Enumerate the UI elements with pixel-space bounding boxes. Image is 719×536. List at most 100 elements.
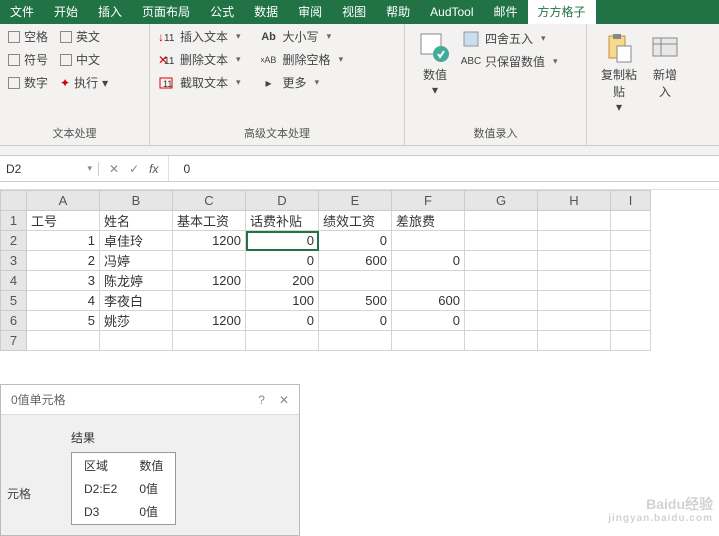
spreadsheet-grid[interactable]: ABCDEFGHI1工号姓名基本工资话费补贴绩效工资差旅费21卓佳玲120000… bbox=[0, 190, 719, 351]
btn-copy-paste[interactable]: 复制粘 贴▾ bbox=[595, 28, 643, 114]
menu-tab-9[interactable]: AudTool bbox=[420, 0, 483, 24]
row-header-5[interactable]: 5 bbox=[1, 291, 27, 311]
btn-cut-text[interactable]: 11截取文本▾ bbox=[158, 74, 241, 91]
close-icon[interactable]: ✕ bbox=[279, 393, 289, 407]
col-header-C[interactable]: C bbox=[173, 191, 246, 211]
header-cell[interactable]: 基本工资 bbox=[173, 211, 246, 231]
chk-symbol[interactable]: 符号 bbox=[8, 51, 48, 68]
menu-tab-10[interactable]: 邮件 bbox=[484, 0, 528, 24]
menu-tab-1[interactable]: 开始 bbox=[44, 0, 88, 24]
cell[interactable]: 500 bbox=[319, 291, 392, 311]
cell[interactable] bbox=[173, 291, 246, 311]
menu-tab-4[interactable]: 公式 bbox=[200, 0, 244, 24]
col-header-H[interactable]: H bbox=[538, 191, 611, 211]
btn-case[interactable]: Ab大小写▾ bbox=[261, 28, 344, 45]
cell[interactable]: 卓佳玲 bbox=[100, 231, 173, 251]
cell[interactable]: 冯婷 bbox=[100, 251, 173, 271]
cell[interactable]: 200 bbox=[246, 271, 319, 291]
help-icon[interactable]: ? bbox=[258, 393, 265, 407]
cancel-icon[interactable]: ✕ bbox=[109, 162, 119, 176]
cell[interactable]: 1200 bbox=[173, 271, 246, 291]
menu-tab-5[interactable]: 数据 bbox=[244, 0, 288, 24]
cell[interactable]: 0 bbox=[246, 311, 319, 331]
btn-numeric[interactable]: 数值▾ bbox=[413, 28, 457, 97]
btn-keep-value[interactable]: ABC只保留数值▾ bbox=[463, 53, 558, 70]
cell[interactable]: 0 bbox=[392, 311, 465, 331]
dialog-titlebar[interactable]: 0值单元格 ?✕ bbox=[1, 385, 299, 415]
col-header-I[interactable]: I bbox=[611, 191, 651, 211]
btn-round[interactable]: 四舍五入▾ bbox=[463, 30, 558, 47]
menu-tab-0[interactable]: 文件 bbox=[0, 0, 44, 24]
cell[interactable]: 姚莎 bbox=[100, 311, 173, 331]
cell[interactable] bbox=[173, 251, 246, 271]
cell[interactable]: 1200 bbox=[173, 231, 246, 251]
chk-number[interactable]: 数字 bbox=[8, 74, 48, 91]
cell[interactable]: 3 bbox=[27, 271, 100, 291]
col-header-F[interactable]: F bbox=[392, 191, 465, 211]
header-cell[interactable]: 话费补贴 bbox=[246, 211, 319, 231]
cell[interactable]: 0 bbox=[246, 251, 319, 271]
chevron-down-icon[interactable]: ▾ bbox=[87, 163, 92, 174]
svg-text:11: 11 bbox=[164, 56, 174, 67]
cell[interactable]: 4 bbox=[27, 291, 100, 311]
group-adv-text: ↓11插入文本▾ ✕11删除文本▾ 11截取文本▾ Ab大小写▾ xAB删除空格… bbox=[150, 24, 405, 145]
header-cell[interactable]: 绩效工资 bbox=[319, 211, 392, 231]
col-header-B[interactable]: B bbox=[100, 191, 173, 211]
menu-tab-2[interactable]: 插入 bbox=[88, 0, 132, 24]
chk-chinese[interactable]: 中文 bbox=[60, 51, 100, 68]
cell[interactable]: 600 bbox=[392, 291, 465, 311]
menu-tab-3[interactable]: 页面布局 bbox=[132, 0, 200, 24]
cell[interactable]: 0 bbox=[246, 231, 319, 251]
chk-english[interactable]: 英文 bbox=[60, 28, 100, 45]
row-header-7[interactable]: 7 bbox=[1, 331, 27, 351]
cell[interactable] bbox=[319, 271, 392, 291]
row-header-1[interactable]: 1 bbox=[1, 211, 27, 231]
cell[interactable]: 0 bbox=[392, 251, 465, 271]
menu-tab-6[interactable]: 审阅 bbox=[288, 0, 332, 24]
result-td: D3 bbox=[74, 501, 127, 522]
chk-execute[interactable]: ✦执行▾ bbox=[60, 74, 108, 91]
col-header-A[interactable]: A bbox=[27, 191, 100, 211]
btn-delete-space[interactable]: xAB删除空格▾ bbox=[261, 51, 344, 68]
confirm-icon[interactable]: ✓ bbox=[129, 162, 139, 176]
cell[interactable]: 0 bbox=[319, 231, 392, 251]
col-header-D[interactable]: D bbox=[246, 191, 319, 211]
cell[interactable] bbox=[392, 231, 465, 251]
paste-icon bbox=[603, 32, 635, 64]
btn-delete-text[interactable]: ✕11删除文本▾ bbox=[158, 51, 241, 68]
cell[interactable] bbox=[392, 271, 465, 291]
header-cell[interactable]: 工号 bbox=[27, 211, 100, 231]
cell[interactable]: 2 bbox=[27, 251, 100, 271]
result-td: 0值 bbox=[129, 501, 173, 522]
cell[interactable]: 陈龙婷 bbox=[100, 271, 173, 291]
ribbon: 空格 英文 符号 中文 数字 ✦执行▾ 文本处理 ↓11插入文本▾ ✕11删除文… bbox=[0, 24, 719, 146]
cell[interactable]: 0 bbox=[319, 311, 392, 331]
row-header-6[interactable]: 6 bbox=[1, 311, 27, 331]
col-header-E[interactable]: E bbox=[319, 191, 392, 211]
cell[interactable]: 100 bbox=[246, 291, 319, 311]
fx-icon[interactable]: fx bbox=[149, 162, 158, 176]
btn-more[interactable]: ▸更多▾ bbox=[261, 74, 344, 91]
cell[interactable]: 5 bbox=[27, 311, 100, 331]
cell[interactable]: 李夜白 bbox=[100, 291, 173, 311]
row-header-3[interactable]: 3 bbox=[1, 251, 27, 271]
row-header-2[interactable]: 2 bbox=[1, 231, 27, 251]
cell[interactable]: 600 bbox=[319, 251, 392, 271]
svg-text:11: 11 bbox=[164, 33, 174, 44]
col-header-G[interactable]: G bbox=[465, 191, 538, 211]
menu-tab-11[interactable]: 方方格子 bbox=[528, 0, 596, 24]
formula-value[interactable]: 0 bbox=[169, 162, 204, 176]
cell[interactable]: 1 bbox=[27, 231, 100, 251]
row-header-4[interactable]: 4 bbox=[1, 271, 27, 291]
chk-space[interactable]: 空格 bbox=[8, 28, 48, 45]
btn-insert-text[interactable]: ↓11插入文本▾ bbox=[158, 28, 241, 45]
menu-tab-8[interactable]: 帮助 bbox=[376, 0, 420, 24]
formula-bar: D2▾ ✕ ✓ fx 0 bbox=[0, 156, 719, 182]
delete-text-icon: ✕11 bbox=[158, 52, 174, 68]
header-cell[interactable]: 姓名 bbox=[100, 211, 173, 231]
cell[interactable]: 1200 bbox=[173, 311, 246, 331]
header-cell[interactable]: 差旅费 bbox=[392, 211, 465, 231]
name-box[interactable]: D2▾ bbox=[0, 162, 99, 176]
btn-add-insert[interactable]: 新增 入 bbox=[643, 28, 687, 114]
menu-tab-7[interactable]: 视图 bbox=[332, 0, 376, 24]
